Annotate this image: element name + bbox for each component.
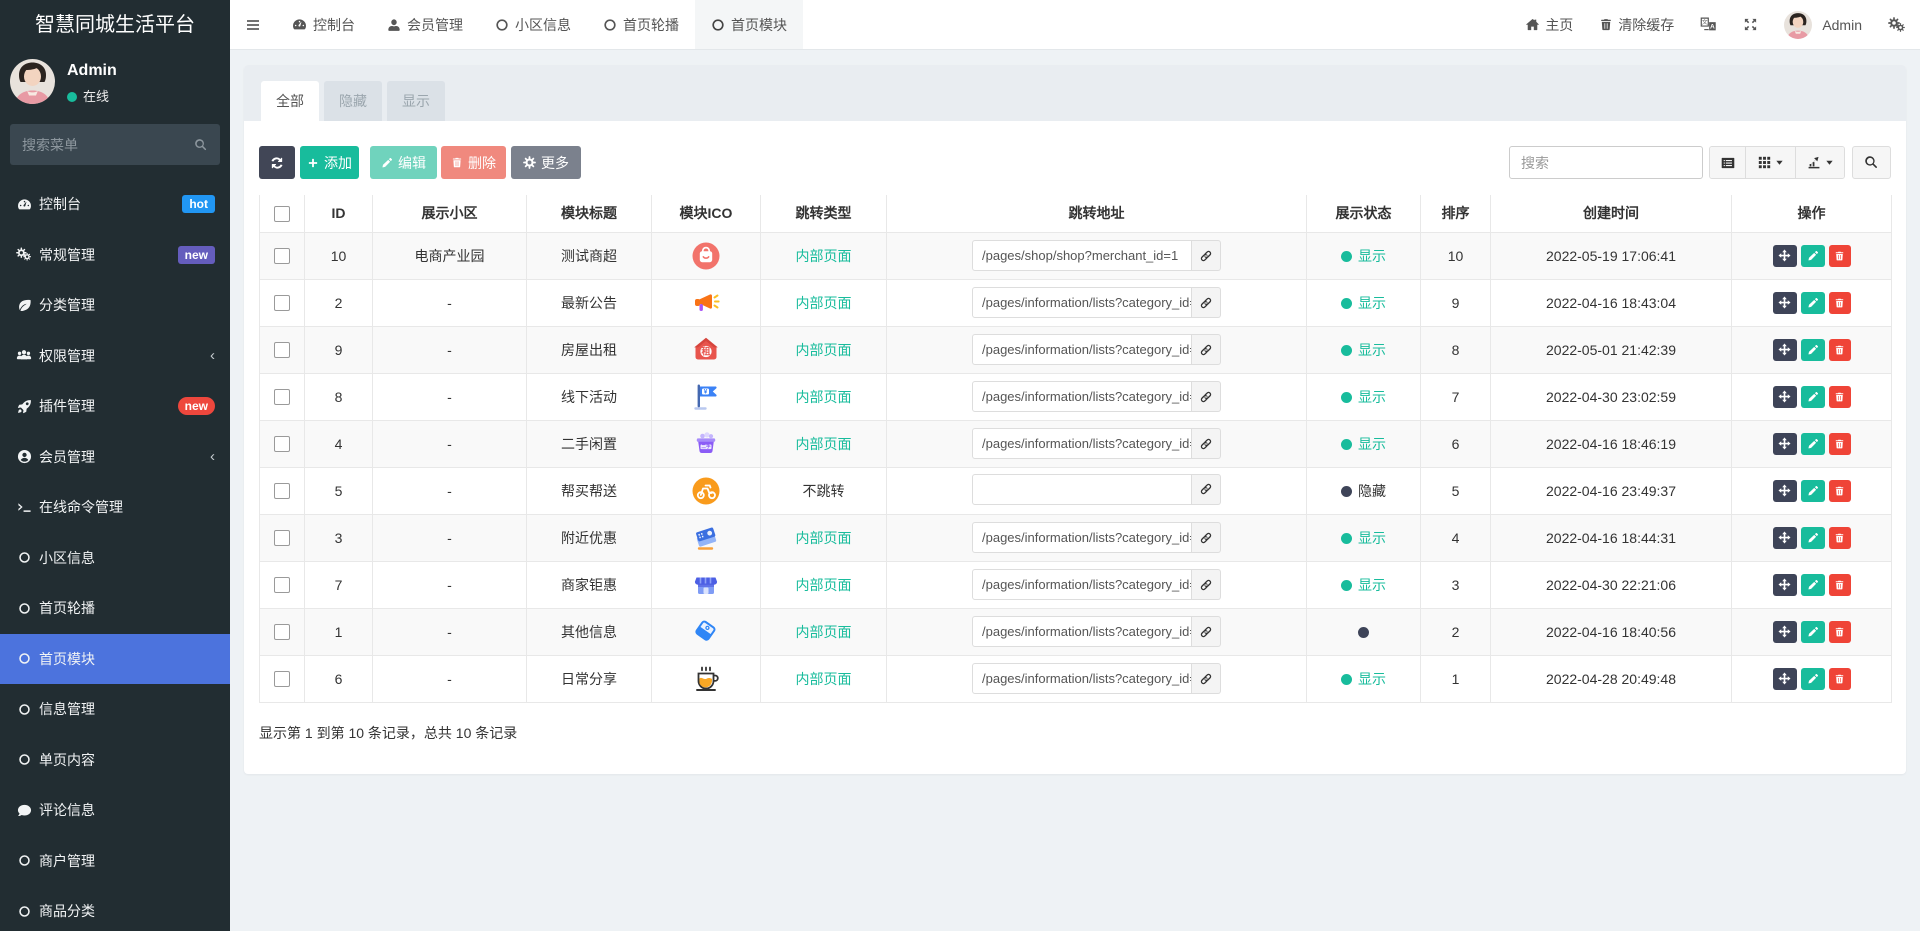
svg-text:租: 租 bbox=[701, 345, 710, 356]
svg-text:¥: ¥ bbox=[704, 388, 708, 395]
svg-text:二手: 二手 bbox=[701, 443, 711, 450]
